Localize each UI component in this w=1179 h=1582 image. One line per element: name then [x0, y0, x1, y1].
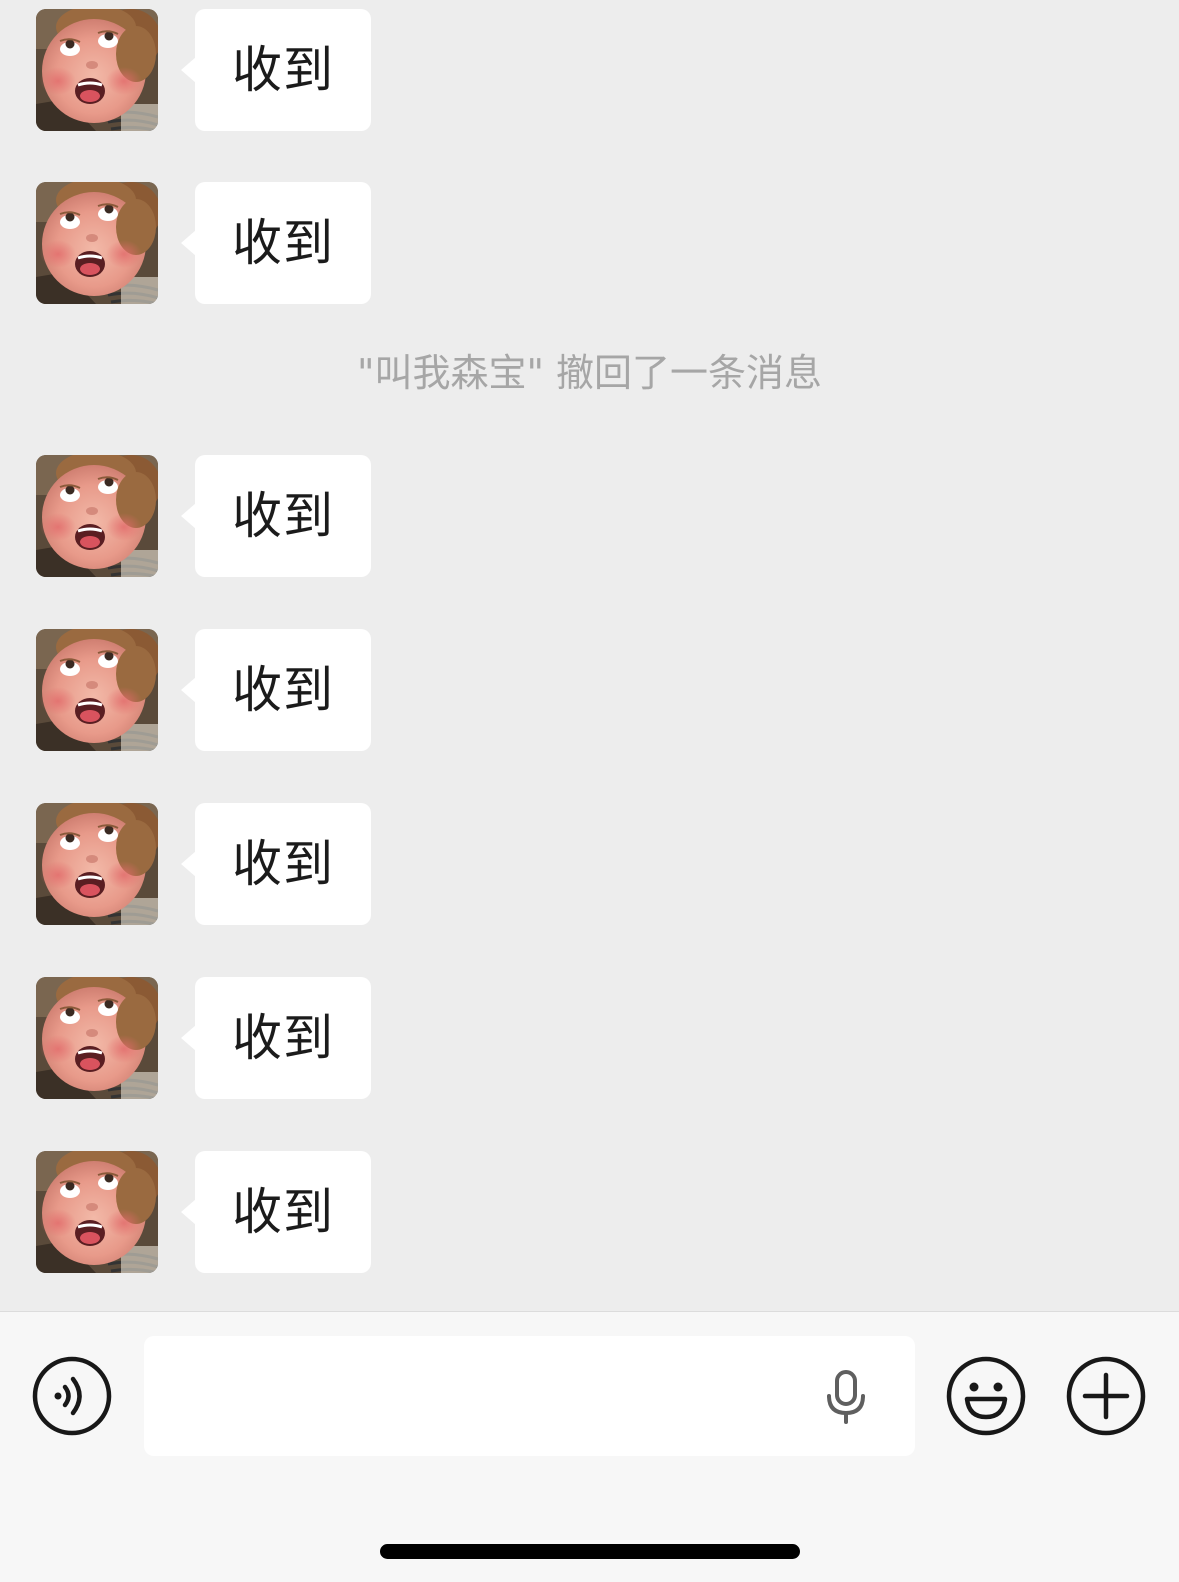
- message-text: 收到: [232, 1009, 334, 1067]
- message-text: 收到: [232, 487, 334, 545]
- avatar[interactable]: [36, 803, 158, 925]
- message-row: 收到: [0, 1151, 1179, 1273]
- message-bubble[interactable]: 收到: [181, 455, 371, 577]
- input-bar: [0, 1311, 1179, 1582]
- microphone-button[interactable]: [816, 1366, 876, 1426]
- message-text: 收到: [232, 1183, 334, 1241]
- message-row: 收到: [0, 977, 1179, 1099]
- avatar[interactable]: [36, 977, 158, 1099]
- message-bubble[interactable]: 收到: [181, 977, 371, 1099]
- voice-mode-icon: [32, 1356, 112, 1436]
- avatar[interactable]: [36, 629, 158, 751]
- message-text: 收到: [232, 835, 334, 893]
- message-bubble[interactable]: 收到: [181, 182, 371, 304]
- message-row: 收到: [0, 803, 1179, 925]
- message-row: 收到: [0, 9, 1179, 131]
- avatar[interactable]: [36, 1151, 158, 1273]
- smiley-icon: [946, 1356, 1026, 1436]
- microphone-icon: [827, 1370, 865, 1424]
- avatar[interactable]: [36, 9, 158, 131]
- message-bubble[interactable]: 收到: [181, 1151, 371, 1273]
- plus-icon: [1066, 1356, 1146, 1436]
- message-row: 收到: [0, 182, 1179, 304]
- message-text: 收到: [232, 41, 334, 99]
- message-input[interactable]: [168, 1336, 812, 1458]
- voice-mode-button[interactable]: [31, 1355, 113, 1437]
- message-bubble[interactable]: 收到: [181, 803, 371, 925]
- message-input-box[interactable]: [144, 1336, 915, 1458]
- message-text: 收到: [232, 214, 334, 272]
- more-actions-button[interactable]: [1065, 1355, 1147, 1437]
- recall-notice: "叫我森宝" 撤回了一条消息: [356, 351, 823, 395]
- home-indicator[interactable]: [380, 1544, 800, 1559]
- message-text: 收到: [232, 661, 334, 719]
- message-row: 收到: [0, 455, 1179, 577]
- emoji-button[interactable]: [945, 1355, 1027, 1437]
- message-bubble[interactable]: 收到: [181, 629, 371, 751]
- message-row: 收到: [0, 629, 1179, 751]
- message-bubble[interactable]: 收到: [181, 9, 371, 131]
- avatar[interactable]: [36, 455, 158, 577]
- chat-message-list[interactable]: 收到 收到 "叫我森宝" 撤回了一条消息 收到 收到 收到 收到 收到: [0, 0, 1179, 1311]
- avatar[interactable]: [36, 182, 158, 304]
